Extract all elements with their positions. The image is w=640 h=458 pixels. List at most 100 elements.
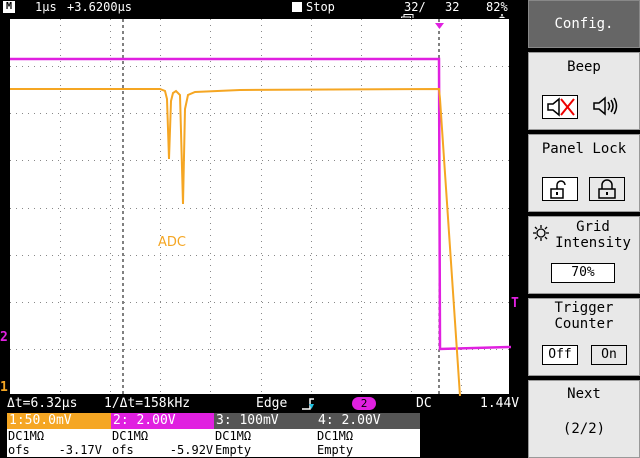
grid-dot bbox=[496, 349, 497, 350]
grid-dot bbox=[261, 19, 262, 20]
grid-dot bbox=[418, 349, 419, 350]
grid-dot bbox=[261, 73, 262, 74]
speaker-muted-icon[interactable] bbox=[542, 95, 578, 119]
grid-dot bbox=[361, 295, 362, 296]
grid-dot bbox=[110, 91, 111, 92]
run-state[interactable]: Stop bbox=[292, 0, 335, 14]
grid-dot bbox=[361, 211, 362, 212]
grid-dot bbox=[361, 313, 362, 314]
trigger-counter-on[interactable]: On bbox=[591, 345, 627, 365]
grid-dot bbox=[461, 235, 462, 236]
grid-dot bbox=[361, 217, 362, 218]
grid-dot bbox=[361, 391, 362, 392]
locked-icon[interactable] bbox=[589, 177, 625, 201]
grid-dot bbox=[274, 208, 275, 209]
grid-dot bbox=[210, 349, 211, 350]
grid-dot bbox=[388, 113, 389, 114]
grid-dot bbox=[406, 208, 407, 209]
trigger-source: 2 bbox=[352, 397, 376, 410]
grid-dot bbox=[76, 160, 77, 161]
grid-dot bbox=[261, 103, 262, 104]
grid-dot bbox=[311, 127, 312, 128]
grid-dot bbox=[411, 373, 412, 374]
grid-dot bbox=[461, 133, 462, 134]
channel-4-info[interactable]: 4: 2.00V DC1MΩ Empty bbox=[316, 413, 420, 458]
trigger-counter-off[interactable]: Off bbox=[542, 345, 578, 365]
grid-dot bbox=[226, 66, 227, 67]
grid-dot bbox=[160, 91, 161, 92]
trigger-level-marker[interactable]: T bbox=[511, 296, 519, 311]
grid-dot bbox=[82, 302, 83, 303]
grid-dot bbox=[208, 302, 209, 303]
ch2-ground-marker[interactable]: 2 bbox=[0, 330, 8, 345]
trigger-position-marker[interactable] bbox=[435, 14, 444, 33]
grid-intensity-value[interactable]: 70% bbox=[551, 263, 615, 283]
grid-dot bbox=[280, 113, 281, 114]
grid-dot bbox=[411, 169, 412, 170]
grid-dot bbox=[376, 160, 377, 161]
channel-3-info[interactable]: 3: 100mV DC1MΩ Empty bbox=[214, 413, 318, 458]
grid-dot bbox=[196, 302, 197, 303]
grid-dot bbox=[461, 91, 462, 92]
grid-dot bbox=[160, 175, 161, 176]
grid-dot bbox=[352, 160, 353, 161]
next-page-softkey[interactable]: Next (2/2) bbox=[528, 380, 640, 458]
unlocked-icon[interactable] bbox=[542, 177, 578, 201]
grid-dot bbox=[361, 37, 362, 38]
grid-dot bbox=[286, 349, 287, 350]
waveform-display[interactable]: ADC bbox=[9, 18, 511, 396]
grid-dot bbox=[411, 295, 412, 296]
grid-dot bbox=[110, 259, 111, 260]
grid-dot bbox=[60, 343, 61, 344]
trigger-counter-softkey[interactable]: Trigger Counter Off On bbox=[528, 298, 640, 376]
grid-dot bbox=[411, 247, 412, 248]
grid-dot bbox=[261, 253, 262, 254]
grid-dot bbox=[220, 349, 221, 350]
grid-dot bbox=[154, 349, 155, 350]
grid-dot bbox=[334, 113, 335, 114]
grid-dot bbox=[261, 319, 262, 320]
grid-dot bbox=[160, 253, 161, 254]
grid-dot bbox=[238, 349, 239, 350]
grid-dot bbox=[411, 217, 412, 218]
panel-lock-softkey[interactable]: Panel Lock bbox=[528, 134, 640, 212]
grid-dot bbox=[411, 61, 412, 62]
grid-dot bbox=[166, 349, 167, 350]
grid-dot bbox=[226, 113, 227, 114]
grid-dot bbox=[210, 355, 211, 356]
grid-dot bbox=[40, 302, 41, 303]
grid-dot bbox=[304, 113, 305, 114]
grid-dot bbox=[442, 66, 443, 67]
grid-dot bbox=[454, 160, 455, 161]
grid-dot bbox=[358, 66, 359, 67]
grid-dot bbox=[448, 302, 449, 303]
grid-dot bbox=[60, 241, 61, 242]
grid-dot bbox=[411, 199, 412, 200]
grid-dot bbox=[244, 66, 245, 67]
ch1-ground-marker[interactable]: 1 bbox=[0, 380, 8, 395]
grid-dot bbox=[430, 113, 431, 114]
grid-dot bbox=[60, 247, 61, 248]
grid-dot bbox=[10, 255, 11, 256]
grid-dot bbox=[461, 187, 462, 188]
grid-dot bbox=[268, 113, 269, 114]
channel-2-info[interactable]: 2: 2.00V DC1MΩ ofs -5.92V bbox=[111, 413, 215, 458]
grid-dot bbox=[210, 25, 211, 26]
grid-dot bbox=[60, 109, 61, 110]
grid-dot bbox=[411, 385, 412, 386]
grid-dot bbox=[110, 271, 111, 272]
grid-dot bbox=[461, 343, 462, 344]
grid-intensity-softkey[interactable]: Grid Intensity 70% bbox=[528, 216, 640, 294]
config-menu-title[interactable]: Config. bbox=[528, 0, 640, 48]
grid-dot bbox=[250, 255, 251, 256]
grid-dot bbox=[124, 208, 125, 209]
grid-dot bbox=[238, 255, 239, 256]
speaker-on-icon[interactable] bbox=[589, 95, 625, 119]
channel-1-info[interactable]: 1:50.0mV DC1MΩ ofs -3.17V bbox=[7, 413, 111, 458]
grid-dot bbox=[461, 139, 462, 140]
beep-softkey[interactable]: Beep bbox=[528, 52, 640, 130]
grid-dot bbox=[160, 49, 161, 50]
grid-dot bbox=[60, 19, 61, 20]
grid-dot bbox=[160, 302, 161, 303]
grid-dot bbox=[310, 66, 311, 67]
